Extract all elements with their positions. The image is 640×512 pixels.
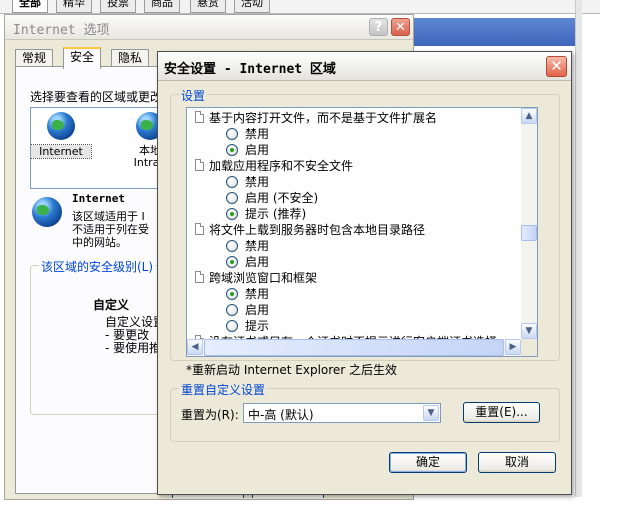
reset-level-value: 中-高 (默认) [248,408,314,422]
tab-privacy[interactable]: 隐私 [111,49,150,67]
setting-option[interactable]: 启用 [226,254,270,270]
radio-unchecked-icon[interactable] [226,192,238,204]
vertical-scrollbar[interactable]: ▲ ▼ [521,108,537,339]
custom-level-line: - 要使用推 [105,341,162,355]
setting-option[interactable]: 启用 [226,302,270,318]
setting-option[interactable]: 提示 [226,318,270,334]
setting-option[interactable]: 启用 [226,142,270,158]
scroll-right-icon[interactable]: ▶ [505,339,521,355]
setting-category-label: 基于内容打开文件，而不是基于文件扩展名 [209,111,438,125]
setting-option[interactable]: 提示 (推荐) [226,206,307,222]
setting-option[interactable]: 禁用 [226,126,270,142]
radio-unchecked-icon[interactable] [226,240,238,252]
setting-option[interactable]: 禁用 [226,174,270,190]
close-button[interactable]: ✕ [546,56,567,77]
setting-category-label: 跨域浏览窗口和框架 [209,271,318,285]
browser-tab-goods[interactable]: 商品 [144,0,180,13]
scroll-down-icon[interactable]: ▼ [521,323,537,339]
vertical-scroll-thumb[interactable] [521,224,537,241]
scroll-corner [521,339,537,356]
document-icon [195,159,204,171]
reset-level-select[interactable]: 中-高 (默认) ▼ [243,403,441,423]
setting-category-label: 加载应用程序和不安全文件 [209,159,354,173]
setting-option-label: 启用 [245,143,270,157]
zone-internet[interactable]: Internet [31,112,92,159]
globe-icon [47,112,75,140]
radio-unchecked-icon[interactable] [226,176,238,188]
globe-icon-large [32,197,62,227]
setting-category-label: 将文件上载到服务器时包含本地目录路径 [209,223,426,237]
setting-option-label: 提示 (推荐) [245,207,307,221]
radio-checked-icon[interactable] [226,288,238,300]
radio-checked-icon[interactable] [226,256,238,268]
setting-option-label: 启用 (不安全) [245,191,319,205]
chevron-down-icon[interactable]: ▼ [423,405,439,421]
setting-category: 将文件上载到服务器时包含本地目录路径 [195,222,426,238]
browser-tab-digest[interactable]: 精华 [56,0,92,13]
radio-unchecked-icon[interactable] [226,320,238,332]
security-settings-title: 安全设置 - Internet 区域 [164,62,336,77]
document-icon [195,223,204,235]
reset-to-label: 重置为(R): [181,408,239,422]
browser-tab-vote[interactable]: 投票 [100,0,136,13]
scroll-left-icon[interactable]: ◀ [187,339,203,355]
browser-tab-activity[interactable]: 活动 [234,0,270,13]
custom-level-heading: 自定义 [93,298,130,312]
settings-tree-content: 基于内容打开文件，而不是基于文件扩展名 禁用 启用 加载应用程序和不安全文件 禁用 启用 … [187,108,521,339]
reset-button[interactable]: 重置(E)... [463,402,540,423]
setting-category: 加载应用程序和不安全文件 [195,158,354,174]
setting-option[interactable]: 禁用 [226,238,270,254]
document-icon [195,271,204,283]
tab-general[interactable]: 常规 [15,49,54,67]
zone-info-title: Internet [72,192,125,205]
reset-group-title: 重置自定义设置 [179,381,268,398]
settings-tree: 基于内容打开文件，而不是基于文件扩展名 禁用 启用 加载应用程序和不安全文件 禁用 启用 … [186,107,538,357]
setting-option-label: 启用 [245,255,270,269]
radio-unchecked-icon[interactable] [226,128,238,140]
setting-category: 跨域浏览窗口和框架 [195,270,318,286]
radio-checked-icon[interactable] [226,144,238,156]
setting-option[interactable]: 启用 (不安全) [226,190,319,206]
security-level-title: 该区域的安全级别(L) [39,258,156,275]
radio-unchecked-icon[interactable] [226,304,238,316]
restart-note: *重新启动 Internet Explorer 之后生效 [186,363,398,377]
setting-option-label: 禁用 [245,175,270,189]
settings-group-title: 设置 [179,87,208,104]
help-button[interactable]: ? [369,18,388,36]
horizontal-scrollbar[interactable]: ◀ ▶ [187,339,521,356]
radio-checked-icon[interactable] [226,208,238,220]
internet-options-titlebar: Internet 选项 ? ✕ [5,15,413,40]
setting-option-label: 禁用 [245,127,270,141]
security-settings-dialog: 安全设置 - Internet 区域 ✕ 设置 基于内容打开文件，而不是基于文件… [157,51,572,495]
browser-tab-all[interactable]: 全部 [12,0,48,13]
zone-internet-label: Internet [31,144,92,159]
setting-option-label: 提示 [245,319,270,333]
scroll-up-icon[interactable]: ▲ [521,108,537,124]
setting-option-label: 禁用 [245,239,270,253]
zone-prompt: 选择要查看的区域或更改 [30,90,163,104]
security-settings-titlebar: 安全设置 - Internet 区域 ✕ [158,52,571,81]
setting-category: 基于内容打开文件，而不是基于文件扩展名 [195,110,438,126]
browser-tab-strip: 全部 精华 投票 商品 悬赏 活动 [0,0,600,14]
setting-option[interactable]: 禁用 [226,286,270,302]
ok-button[interactable]: 确定 [389,452,467,473]
setting-option-label: 启用 [245,303,270,317]
cancel-button[interactable]: 取消 [478,452,556,473]
internet-options-title: Internet 选项 [13,23,110,38]
background-scrollbar [575,0,582,497]
document-icon [195,111,204,123]
zone-list: Internet 本地 Intran [30,107,176,189]
tab-security[interactable]: 安全 [63,47,102,69]
setting-option-label: 禁用 [245,287,270,301]
browser-tab-reward[interactable]: 悬赏 [190,0,226,13]
background-banner [414,18,576,46]
horizontal-scroll-thumb[interactable] [204,339,504,356]
options-close-button[interactable]: ✕ [391,18,410,36]
